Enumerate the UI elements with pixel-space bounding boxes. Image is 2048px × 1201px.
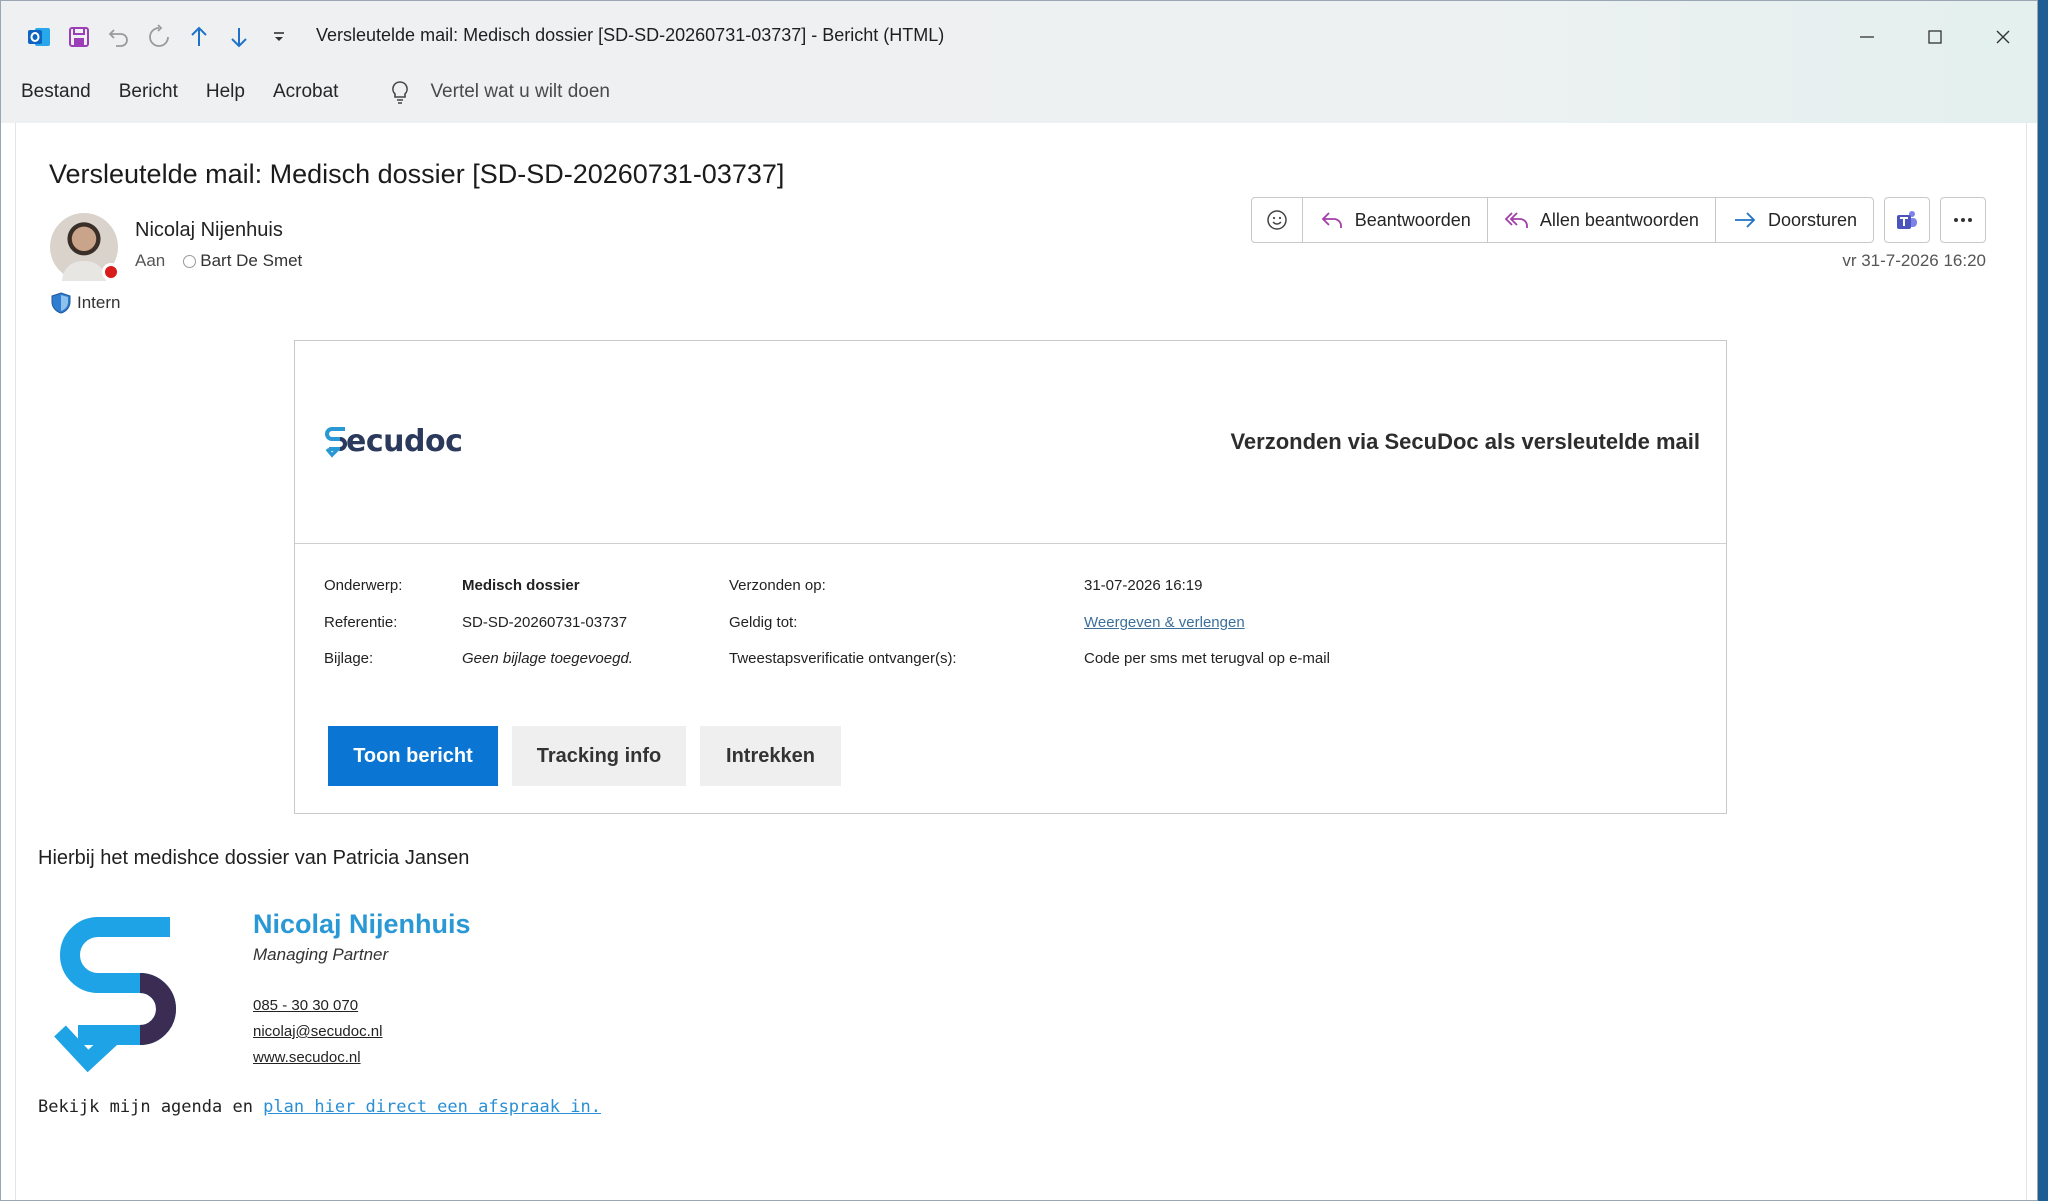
secudoc-card-header: ecudoc Verzonden via SecuDoc als versleu… [295, 341, 1726, 544]
desktop-background [2038, 0, 2048, 1201]
previous-item-icon[interactable] [179, 19, 219, 55]
forward-button[interactable]: Doorsturen [1716, 198, 1873, 242]
sensitivity-text: Intern [77, 293, 121, 312]
window-title: Versleutelde mail: Medisch dossier [SD-S… [316, 25, 945, 45]
signature-email-link[interactable]: nicolaj@secudoc.nl [253, 1023, 382, 1040]
secudoc-card: ecudoc Verzonden via SecuDoc als versleu… [294, 340, 1727, 814]
redo-icon[interactable] [139, 19, 179, 55]
outlook-app-icon [19, 19, 59, 55]
plan-appointment-link[interactable]: plan hier direct een afspraak in. [263, 1097, 601, 1117]
card-buttons: Toon bericht Tracking info Intrekken [328, 726, 855, 786]
subject-label: Onderwerp: [324, 577, 403, 594]
reading-pane: Versleutelde mail: Medisch dossier [SD-S… [15, 123, 2027, 1200]
to-label: Aan [135, 251, 166, 270]
sender-name[interactable]: Nicolaj Nijenhuis [135, 219, 283, 242]
menu-item-help[interactable]: Help [206, 81, 245, 103]
attachment-value: Geen bijlage toegevoegd. [462, 650, 633, 667]
menu-item-bestand[interactable]: Bestand [21, 81, 91, 103]
quick-access-toolbar [19, 19, 299, 55]
attachment-label: Bijlage: [324, 650, 374, 667]
menu-bar: Bestand Bericht Help Acrobat Vertel wat … [21, 79, 610, 105]
tell-me-placeholder: Vertel wat u wilt doen [430, 81, 610, 102]
more-actions-button[interactable] [1940, 197, 1986, 243]
recipient-name[interactable]: Bart De Smet [200, 251, 302, 271]
reply-icon [1321, 212, 1342, 228]
sensitivity-label[interactable]: Intern [50, 291, 120, 315]
reply-all-label: Allen beantwoorden [1539, 209, 1699, 230]
forward-icon [1734, 212, 1756, 228]
signature-website-link[interactable]: www.secudoc.nl [253, 1049, 361, 1066]
minimize-button[interactable] [1833, 15, 1901, 59]
message-actions: Beantwoorden Allen beantwoorden Doorstur… [1250, 197, 1986, 243]
customize-toolbar-icon[interactable] [259, 19, 299, 55]
window-controls [1833, 15, 2037, 59]
view-extend-link[interactable]: Weergeven & verlengen [1084, 614, 1245, 631]
response-button-group: Beantwoorden Allen beantwoorden Doorstur… [1250, 197, 1874, 243]
signature-name: Nicolaj Nijenhuis [253, 909, 471, 939]
sent-via-text: Verzonden via SecuDoc als versleutelde m… [1230, 429, 1700, 454]
menu-item-bericht[interactable]: Bericht [119, 81, 178, 103]
reference-value: SD-SD-20260731-03737 [462, 614, 628, 631]
lightbulb-icon [392, 81, 409, 104]
reply-label: Beantwoorden [1354, 209, 1471, 230]
tell-me-search[interactable]: Vertel wat u wilt doen [388, 79, 610, 105]
sent-on-value: 31-07-2026 16:19 [1084, 577, 1203, 594]
two-step-label: Tweestapsverificatie ontvanger(s): [729, 650, 957, 667]
agenda-line: Bekijk mijn agenda en plan hier direct e… [38, 1097, 601, 1117]
signature-phone-link[interactable]: 085 - 30 30 070 [253, 997, 358, 1014]
message-body-text: Hierbij het medishce dossier van Patrici… [38, 847, 470, 869]
agenda-text: Bekijk mijn agenda en [38, 1097, 264, 1117]
close-button[interactable] [1969, 15, 2037, 59]
message-subject: Versleutelde mail: Medisch dossier [SD-S… [49, 159, 785, 189]
undo-icon[interactable] [99, 19, 139, 55]
reply-all-button[interactable]: Allen beantwoorden [1488, 198, 1716, 242]
maximize-button[interactable] [1901, 15, 1969, 59]
menu-item-acrobat[interactable]: Acrobat [273, 81, 338, 103]
forward-label: Doorsturen [1767, 209, 1857, 230]
presence-busy-indicator [102, 263, 120, 281]
show-message-button[interactable]: Toon bericht [328, 726, 498, 786]
valid-until-label: Geldig tot: [729, 614, 798, 631]
reference-label: Referentie: [324, 614, 398, 631]
secudoc-wordmark: ecudoc [346, 423, 463, 459]
ellipsis-icon [1954, 218, 1972, 222]
teams-icon [1897, 211, 1917, 229]
message-datetime: vr 31-7-2026 16:20 [1842, 251, 1986, 270]
react-button[interactable] [1252, 198, 1303, 242]
revoke-button[interactable]: Intrekken [700, 726, 841, 786]
teams-button[interactable] [1884, 197, 1930, 243]
tracking-info-button[interactable]: Tracking info [512, 726, 686, 786]
next-item-icon[interactable] [219, 19, 259, 55]
reply-all-icon [1504, 212, 1528, 228]
smiley-icon [1266, 210, 1287, 230]
title-bar: Versleutelde mail: Medisch dossier [SD-S… [1, 1, 2037, 123]
two-step-value: Code per sms met terugval op e-mail [1084, 650, 1330, 667]
secudoc-signature-logo [54, 917, 176, 1073]
signature-role: Managing Partner [253, 945, 389, 964]
recipient-line: Aan Bart De Smet [135, 251, 302, 271]
sent-on-label: Verzonden op: [729, 577, 826, 594]
save-icon[interactable] [59, 19, 99, 55]
outlook-message-window: Versleutelde mail: Medisch dossier [SD-S… [0, 0, 2038, 1201]
shield-icon [51, 292, 71, 314]
secudoc-logo: ecudoc [323, 423, 463, 459]
presence-unknown-icon [183, 254, 197, 268]
subject-value: Medisch dossier [462, 577, 580, 594]
reply-button[interactable]: Beantwoorden [1303, 198, 1488, 242]
